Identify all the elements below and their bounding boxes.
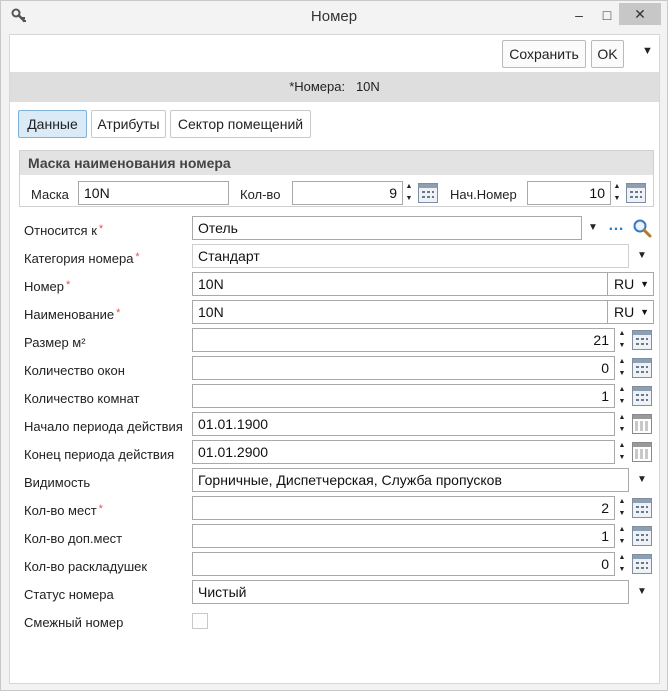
count-stepper[interactable]: ▲ ▼	[404, 181, 414, 205]
chevron-down-icon[interactable]: ▼	[586, 222, 600, 233]
windows-stepper[interactable]: ▲ ▼	[617, 356, 627, 380]
start-number-input[interactable]: 10	[527, 181, 611, 205]
period-end-stepper[interactable]: ▲ ▼	[617, 440, 627, 464]
count-label: Кол-во	[240, 187, 281, 202]
calculator-icon[interactable]	[632, 358, 652, 378]
extra-places-stepper[interactable]: ▲ ▼	[617, 524, 627, 548]
visibility-label: Видимость	[24, 475, 91, 490]
extra-places-label: Кол-во доп.мест	[24, 531, 123, 546]
belongs-to-label: Относится к *	[24, 223, 104, 238]
number-input[interactable]: 10N	[192, 272, 608, 296]
number-language-select[interactable]: RU ▼	[607, 272, 654, 296]
mask-input[interactable]: 10N	[78, 181, 229, 205]
record-label: *Номера:	[289, 79, 346, 94]
calendar-icon[interactable]	[632, 414, 652, 434]
period-start-stepper[interactable]: ▲ ▼	[617, 412, 627, 436]
cots-label: Кол-во раскладушек	[24, 559, 148, 574]
name-input[interactable]: 10N	[192, 300, 608, 324]
adjacent-checkbox[interactable]	[192, 613, 208, 629]
form-content: Сохранить OK ▼ *Номера: 10N Данные Атриб…	[9, 34, 660, 684]
title-bar[interactable]: Номер – □ ✕	[1, 1, 667, 33]
extra-places-input[interactable]: 1	[192, 524, 615, 548]
belongs-to-field[interactable]: Отель	[192, 216, 582, 240]
tab-data[interactable]: Данные	[18, 110, 87, 138]
mask-group: Маска наименования номера Маска 10N Кол-…	[19, 150, 654, 207]
name-label: Наименование *	[24, 307, 121, 322]
tab-room-sector[interactable]: Сектор помещений	[170, 110, 311, 138]
places-stepper[interactable]: ▲ ▼	[617, 496, 627, 520]
number-label: Номер *	[24, 279, 71, 294]
status-select[interactable]: Чистый	[192, 580, 629, 604]
cots-stepper[interactable]: ▲ ▼	[617, 552, 627, 576]
close-button[interactable]: ✕	[619, 3, 661, 25]
record-value: 10N	[355, 79, 380, 94]
name-language-select[interactable]: RU ▼	[607, 300, 654, 324]
chevron-down-icon[interactable]: ▼	[635, 474, 649, 485]
record-header: *Номера: 10N	[10, 72, 659, 102]
calendar-icon[interactable]	[632, 442, 652, 462]
mask-group-title: Маска наименования номера	[20, 151, 653, 175]
period-start-input[interactable]: 01.01.1900	[192, 412, 615, 436]
cots-input[interactable]: 0	[192, 552, 615, 576]
maximize-button[interactable]: □	[595, 5, 619, 25]
windows-label: Количество окон	[24, 363, 125, 378]
start-number-stepper[interactable]: ▲ ▼	[612, 181, 622, 205]
ok-button[interactable]: OK	[591, 40, 624, 68]
size-stepper[interactable]: ▲ ▼	[617, 328, 627, 352]
calculator-icon[interactable]	[418, 183, 438, 203]
period-end-input[interactable]: 01.01.2900	[192, 440, 615, 464]
save-button[interactable]: Сохранить	[502, 40, 586, 68]
size-label: Размер м²	[24, 335, 86, 350]
places-input[interactable]: 2	[192, 496, 615, 520]
adjacent-label: Смежный номер	[24, 615, 124, 630]
status-label: Статус номера	[24, 587, 114, 602]
category-label: Категория номера *	[24, 251, 140, 266]
chevron-down-icon[interactable]: ▼	[635, 586, 649, 597]
menu-dropdown-icon[interactable]: ▼	[642, 45, 653, 57]
rooms-input[interactable]: 1	[192, 384, 615, 408]
search-icon[interactable]	[632, 218, 652, 238]
calculator-icon[interactable]	[626, 183, 646, 203]
dialog-window: Номер – □ ✕ Сохранить OK ▼ *Номера: 10N …	[0, 0, 668, 691]
size-input[interactable]: 21	[192, 328, 615, 352]
count-input[interactable]: 9	[292, 181, 403, 205]
calculator-icon[interactable]	[632, 330, 652, 350]
period-end-label: Конец периода действия	[24, 447, 175, 462]
calculator-icon[interactable]	[632, 554, 652, 574]
mask-label: Маска	[31, 187, 69, 202]
places-label: Кол-во мест *	[24, 503, 103, 518]
category-select[interactable]: Стандарт	[192, 244, 629, 268]
period-start-label: Начало периода действия	[24, 419, 183, 434]
calculator-icon[interactable]	[632, 386, 652, 406]
windows-input[interactable]: 0	[192, 356, 615, 380]
calculator-icon[interactable]	[632, 498, 652, 518]
visibility-select[interactable]: Горничные, Диспетчерская, Служба пропуск…	[192, 468, 629, 492]
start-number-label: Нач.Номер	[450, 187, 517, 202]
minimize-button[interactable]: –	[567, 5, 591, 25]
rooms-label: Количество комнат	[24, 391, 140, 406]
lookup-dots-icon[interactable]: …	[608, 217, 625, 235]
rooms-stepper[interactable]: ▲ ▼	[617, 384, 627, 408]
tab-attributes[interactable]: Атрибуты	[91, 110, 166, 138]
chevron-down-icon[interactable]: ▼	[635, 250, 649, 261]
calculator-icon[interactable]	[632, 526, 652, 546]
